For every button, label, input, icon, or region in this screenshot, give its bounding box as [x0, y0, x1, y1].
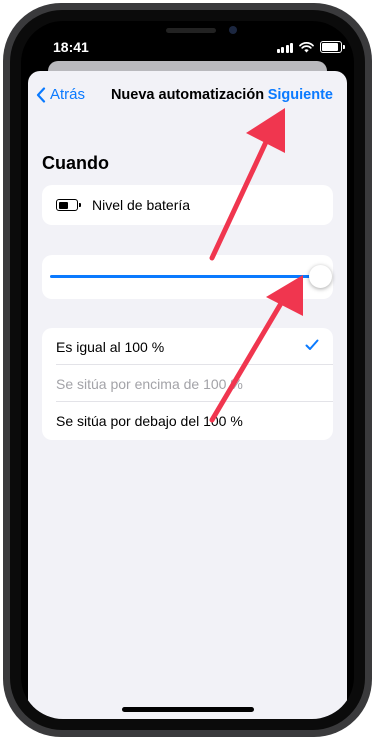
trigger-label: Nivel de batería	[92, 197, 191, 213]
trigger-card[interactable]: Nivel de batería	[42, 185, 333, 225]
status-time: 18:41	[53, 39, 89, 55]
automation-sheet: Atrás Nueva automatización Siguiente Cua…	[28, 71, 347, 719]
battery-level-slider[interactable]	[42, 255, 333, 299]
home-indicator	[122, 707, 254, 712]
wifi-icon	[299, 41, 314, 52]
condition-options: Es igual al 100 % Se sitúa por encima de…	[42, 328, 333, 440]
phone-screen: 18:41 Atrás Nueva automatización Siguien…	[21, 21, 354, 719]
option-row[interactable]: Se sitúa por debajo del 100 %	[42, 402, 333, 439]
battery-icon	[56, 199, 81, 211]
slider-track[interactable]	[50, 275, 312, 278]
status-icons	[276, 41, 345, 53]
option-row[interactable]: Se sitúa por encima de 100 %	[42, 365, 333, 402]
status-battery-icon	[320, 41, 345, 53]
section-heading: Cuando	[42, 153, 109, 173]
option-label: Es igual al 100 %	[56, 339, 165, 355]
option-label: Se sitúa por debajo del 100 %	[56, 413, 243, 429]
option-label: Se sitúa por encima de 100 %	[56, 376, 243, 392]
slider-thumb[interactable]	[309, 265, 332, 288]
navigation-bar: Atrás Nueva automatización Siguiente	[28, 71, 347, 117]
speaker-grille	[166, 28, 216, 33]
checkmark-icon	[305, 339, 319, 350]
signal-icon	[276, 42, 293, 53]
notch	[111, 21, 271, 51]
front-camera	[229, 26, 237, 34]
next-button[interactable]: Siguiente	[268, 87, 333, 103]
option-row[interactable]: Es igual al 100 %	[42, 328, 333, 365]
